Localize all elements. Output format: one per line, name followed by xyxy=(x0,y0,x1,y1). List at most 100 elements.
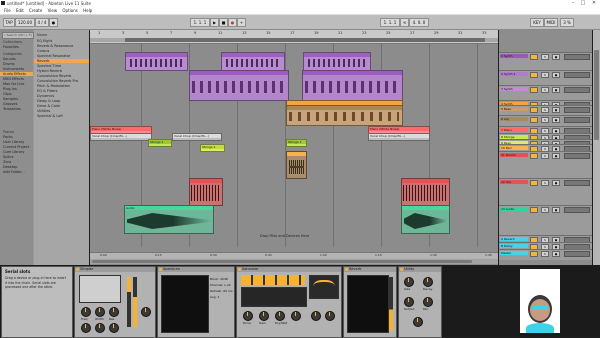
browser-item[interactable]: EQ & Filters xyxy=(37,89,57,93)
place-zora[interactable]: Zora xyxy=(3,160,11,164)
arrangement-view[interactable]: 1 3 5 7 9 11 13 15 17 19 21 23 25 27 29 31 33 Piano (Whi… xyxy=(90,30,498,265)
power-icon[interactable] xyxy=(238,268,241,271)
audio-clip[interactable]: Audio xyxy=(124,205,214,234)
track-name[interactable]: 11 Drums xyxy=(500,153,528,157)
track-name[interactable]: 7 Piano xyxy=(500,128,528,132)
arm-button[interactable]: ● xyxy=(552,54,560,60)
track-header[interactable]: Master S ● xyxy=(499,249,592,260)
activator-button[interactable] xyxy=(530,54,538,60)
browser-item[interactable]: Spectral Resonator xyxy=(37,54,70,58)
output-knob[interactable] xyxy=(141,307,151,317)
output-knob[interactable] xyxy=(404,297,414,307)
track-header[interactable]: 13 Audio S ● xyxy=(499,205,592,236)
midi-clip[interactable] xyxy=(221,52,285,71)
activator-button[interactable] xyxy=(530,251,538,257)
output-knob[interactable] xyxy=(291,311,301,321)
stop-button[interactable]: ■ xyxy=(219,18,228,27)
arm-button[interactable]: ● xyxy=(552,207,560,213)
activator-button[interactable] xyxy=(530,117,538,123)
track-header[interactable]: 1 Synth S ● xyxy=(499,52,592,70)
drive-knob[interactable] xyxy=(81,323,91,333)
browser-item[interactable]: Convolution Reverb Pro xyxy=(37,79,78,83)
arm-button[interactable]: ● xyxy=(552,107,560,113)
decay-knob[interactable] xyxy=(423,277,433,287)
menu-view[interactable]: View xyxy=(48,7,58,14)
solo-button[interactable]: S xyxy=(541,153,549,159)
track-header[interactable]: 2 Synth 2 S ● xyxy=(499,70,592,86)
pan-knob[interactable] xyxy=(423,297,433,307)
audio-clip[interactable] xyxy=(401,178,450,206)
close-button[interactable]: ✕ xyxy=(589,0,599,7)
record-button[interactable]: ● xyxy=(228,18,237,27)
place-user-library[interactable]: User Library xyxy=(3,140,24,144)
activator-button[interactable] xyxy=(530,207,538,213)
device-title[interactable]: Spectrum xyxy=(158,267,234,272)
audio-clip[interactable] xyxy=(189,178,223,206)
menu-create[interactable]: Create xyxy=(29,7,42,14)
midi-clip[interactable]: Strings 1 xyxy=(148,139,172,147)
reverb-display[interactable] xyxy=(347,275,389,333)
track-header[interactable]: 3 Synth S ● xyxy=(499,85,592,100)
track-header[interactable]: 12 Vox S ● xyxy=(499,178,592,206)
width-knob[interactable] xyxy=(413,317,423,327)
minimize-button[interactable]: – xyxy=(568,0,578,7)
track-name[interactable]: 6 Arp xyxy=(500,117,528,121)
key-map-button[interactable]: KEY xyxy=(530,18,544,27)
drive-knob[interactable] xyxy=(243,311,253,321)
drywet-knob[interactable] xyxy=(275,311,285,321)
menu-edit[interactable]: Edit xyxy=(16,7,24,14)
audio-clip[interactable]: Vocal Chop (Cmaj Eb...) xyxy=(172,133,222,141)
arm-button[interactable]: ● xyxy=(552,72,560,78)
loop-region[interactable] xyxy=(125,38,485,42)
time-signature-field[interactable]: 4 / 4 xyxy=(35,18,49,27)
device-title[interactable]: Saturator xyxy=(237,267,341,272)
track-name[interactable]: 13 Audio xyxy=(500,207,528,211)
solo-button[interactable]: S xyxy=(541,207,549,213)
activator-button[interactable] xyxy=(530,180,538,186)
gain-knob[interactable] xyxy=(95,323,105,333)
vertical-scrollbar[interactable] xyxy=(593,30,600,265)
device-simpler[interactable]: Simpler Freq Width Res xyxy=(74,266,156,338)
power-icon[interactable] xyxy=(400,268,403,271)
size-knob[interactable] xyxy=(404,277,414,287)
power-icon[interactable] xyxy=(76,268,79,271)
loop-start-field[interactable]: 1. 1. 1 xyxy=(380,18,400,27)
midi-clip[interactable]: Strings 1 xyxy=(286,139,307,147)
browser-item[interactable]: Pitch & Modulation xyxy=(37,84,70,88)
solo-button[interactable]: S xyxy=(541,180,549,186)
track-name[interactable]: 3 Synth xyxy=(500,87,528,91)
tap-button[interactable]: TAP xyxy=(3,18,15,27)
device-spectrum[interactable]: Spectrum Block: 2048 Channel: L+R Refres… xyxy=(157,266,235,338)
menu-file[interactable]: File xyxy=(4,7,11,14)
midi-clip[interactable] xyxy=(302,70,403,101)
collection-favorites[interactable]: Favorites xyxy=(3,45,19,49)
activator-button[interactable] xyxy=(530,107,538,113)
activator-button[interactable] xyxy=(530,87,538,93)
solo-button[interactable]: S xyxy=(541,72,549,78)
spectrum-setting[interactable]: Block: 2048 xyxy=(210,277,228,281)
browser-item[interactable]: Hybrid Reverb xyxy=(37,69,62,73)
category-midi-effects[interactable]: MIDI Effects xyxy=(3,77,24,81)
gain-knob[interactable] xyxy=(259,311,269,321)
freq-knob[interactable] xyxy=(81,307,91,317)
width-knob[interactable] xyxy=(311,311,321,321)
solo-button[interactable]: S xyxy=(541,87,549,93)
category-sounds[interactable]: Sounds xyxy=(3,57,16,61)
maximize-button[interactable]: □ xyxy=(578,0,588,7)
browser-item-selected[interactable]: Reverb xyxy=(34,59,89,63)
browser-item[interactable]: Reverb & Resonance xyxy=(37,44,73,48)
width-knob[interactable] xyxy=(95,307,105,317)
solo-button[interactable]: S xyxy=(541,54,549,60)
menu-help[interactable]: Help xyxy=(83,7,92,14)
place-core-library[interactable]: Core Library xyxy=(3,150,24,154)
category-drums[interactable]: Drums xyxy=(3,62,15,66)
mix-knob[interactable] xyxy=(109,323,119,333)
spectrum-setting[interactable]: Avg: 1 xyxy=(210,295,219,299)
track-name[interactable]: 2 Synth 2 xyxy=(500,72,528,76)
metronome-button[interactable]: ● xyxy=(49,18,58,27)
tone-knob[interactable] xyxy=(325,311,335,321)
curve-display[interactable] xyxy=(309,275,339,299)
track-name[interactable]: 12 Vox xyxy=(500,180,528,184)
activator-button[interactable] xyxy=(530,153,538,159)
track-name[interactable]: Master xyxy=(500,251,528,255)
